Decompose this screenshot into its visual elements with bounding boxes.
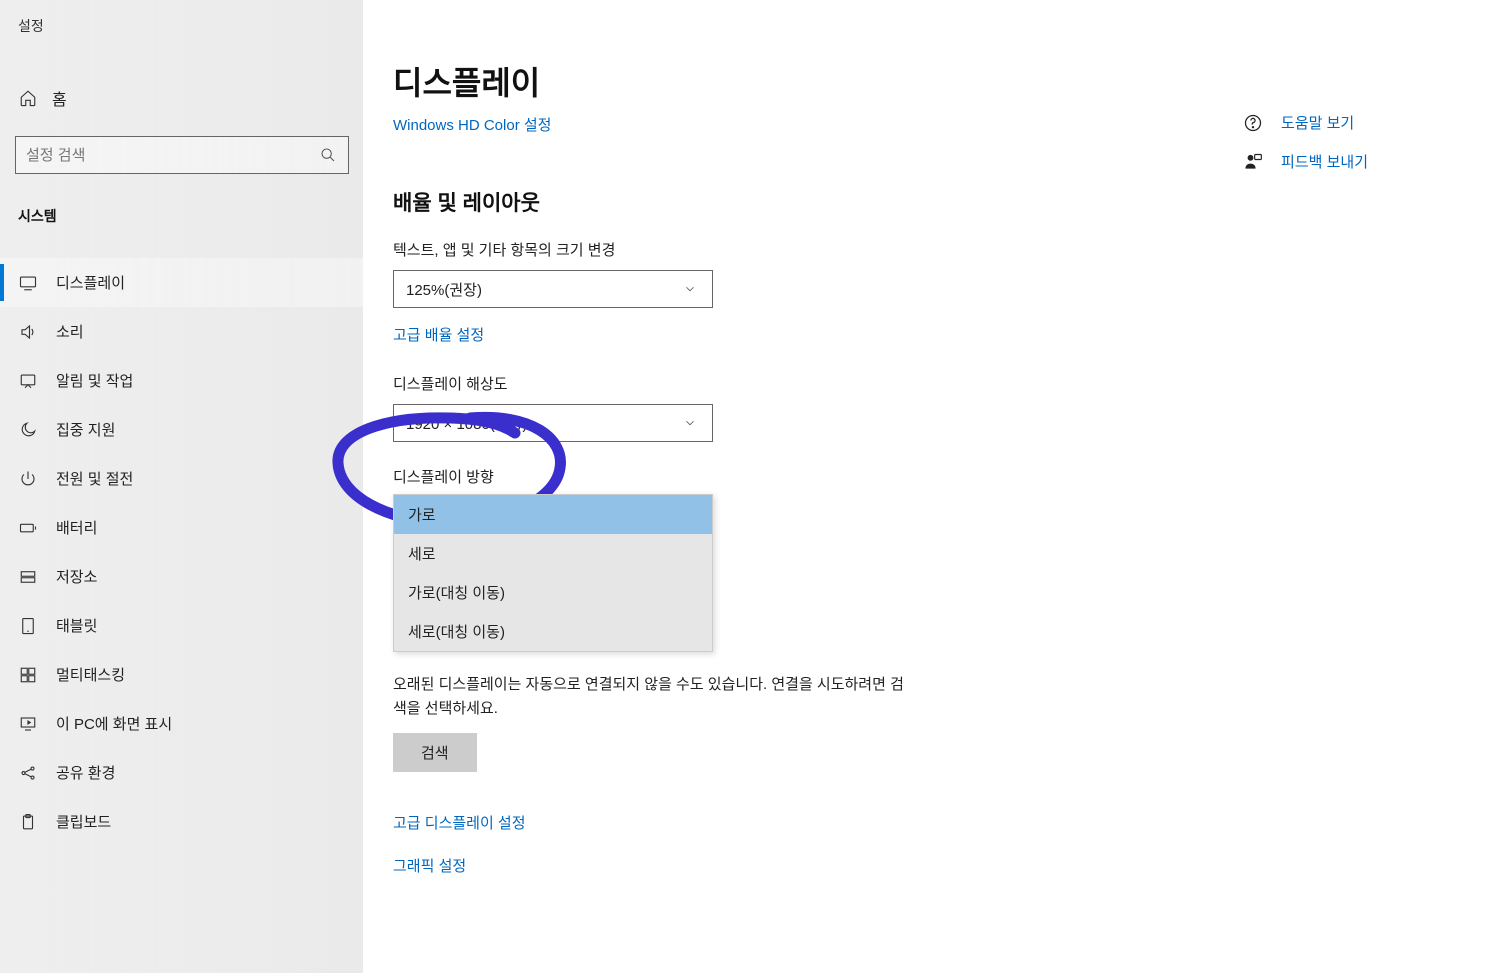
nav-list: 디스플레이 소리 알림 및 작업 집중 지원 전원 및 절전 배터리 저장소 (0, 258, 363, 846)
sound-icon (18, 322, 38, 342)
clipboard-icon (18, 812, 38, 832)
storage-icon (18, 567, 38, 587)
sidebar-item-notifications[interactable]: 알림 및 작업 (0, 356, 363, 405)
advanced-display-link[interactable]: 고급 디스플레이 설정 (393, 812, 1498, 833)
section-title: 배율 및 레이아웃 (393, 187, 1498, 217)
project-icon (18, 714, 38, 734)
battery-icon (18, 518, 38, 538)
orientation-option-landscape-flipped[interactable]: 가로(대칭 이동) (394, 573, 712, 612)
sidebar-item-clipboard[interactable]: 클립보드 (0, 797, 363, 846)
sidebar-item-label: 이 PC에 화면 표시 (56, 713, 172, 734)
scale-label: 텍스트, 앱 및 기타 항목의 크기 변경 (393, 239, 1498, 260)
scale-field: 텍스트, 앱 및 기타 항목의 크기 변경 125%(권장) 고급 배율 설정 (393, 239, 1498, 345)
help-icon (1243, 113, 1263, 133)
scale-combobox[interactable]: 125%(권장) (393, 270, 713, 308)
advanced-scale-link[interactable]: 고급 배율 설정 (393, 324, 1498, 345)
right-links: 도움말 보기 피드백 보내기 (1243, 112, 1368, 172)
feedback-icon (1243, 152, 1263, 172)
orientation-label: 디스플레이 방향 (393, 466, 1498, 487)
search-button[interactable]: 검색 (393, 733, 477, 772)
sidebar-item-label: 집중 지원 (56, 419, 115, 440)
orientation-dropdown: 가로 세로 가로(대칭 이동) 세로(대칭 이동) (393, 494, 713, 652)
page-title: 디스플레이 (393, 58, 1498, 104)
sidebar-item-sound[interactable]: 소리 (0, 307, 363, 356)
resolution-label: 디스플레이 해상도 (393, 373, 1498, 394)
display-icon (18, 273, 38, 293)
sidebar-item-battery[interactable]: 배터리 (0, 503, 363, 552)
sidebar-item-display[interactable]: 디스플레이 (0, 258, 363, 307)
search-box[interactable] (15, 136, 349, 174)
sidebar-item-label: 저장소 (56, 566, 97, 587)
old-display-info: 오래된 디스플레이는 자동으로 연결되지 않을 수도 있습니다. 연결을 시도하… (393, 673, 913, 721)
scale-value: 125%(권장) (406, 279, 482, 300)
sidebar-item-label: 클립보드 (56, 811, 111, 832)
sidebar-item-label: 멀티태스킹 (56, 664, 125, 685)
sidebar-item-multitasking[interactable]: 멀티태스킹 (0, 650, 363, 699)
search-icon (318, 145, 338, 165)
sidebar-item-label: 전원 및 절전 (56, 468, 133, 489)
sidebar-item-project[interactable]: 이 PC에 화면 표시 (0, 699, 363, 748)
home-label: 홈 (52, 86, 67, 110)
help-label: 도움말 보기 (1281, 112, 1354, 133)
orientation-option-portrait[interactable]: 세로 (394, 534, 712, 573)
sidebar-item-label: 알림 및 작업 (56, 370, 133, 391)
sidebar-item-label: 배터리 (56, 517, 97, 538)
orientation-option-landscape[interactable]: 가로 (394, 495, 712, 534)
resolution-combobox[interactable]: 1920 × 1080(권장) (393, 404, 713, 442)
sidebar-item-focus[interactable]: 집중 지원 (0, 405, 363, 454)
chevron-down-icon (680, 279, 700, 299)
multitask-icon (18, 665, 38, 685)
share-icon (18, 763, 38, 783)
sidebar-item-power[interactable]: 전원 및 절전 (0, 454, 363, 503)
sidebar-item-share[interactable]: 공유 환경 (0, 748, 363, 797)
orientation-field: 디스플레이 방향 가로 세로 가로(대칭 이동) 세로(대칭 이동) (393, 466, 1498, 487)
home-button[interactable]: 홈 (0, 74, 363, 122)
resolution-value: 1920 × 1080(권장) (406, 413, 527, 434)
search-input[interactable] (26, 147, 318, 164)
power-icon (18, 469, 38, 489)
moon-icon (18, 420, 38, 440)
notification-icon (18, 371, 38, 391)
sidebar-item-label: 공유 환경 (56, 762, 115, 783)
window-title: 설정 (0, 8, 363, 44)
sidebar-item-label: 태블릿 (56, 615, 97, 636)
feedback-link[interactable]: 피드백 보내기 (1243, 151, 1368, 172)
category-label: 시스템 (0, 192, 363, 240)
home-icon (18, 88, 38, 108)
chevron-down-icon (680, 413, 700, 433)
graphics-settings-link[interactable]: 그래픽 설정 (393, 855, 1498, 876)
feedback-label: 피드백 보내기 (1281, 151, 1368, 172)
sidebar-item-storage[interactable]: 저장소 (0, 552, 363, 601)
orientation-option-portrait-flipped[interactable]: 세로(대칭 이동) (394, 612, 712, 651)
tablet-icon (18, 616, 38, 636)
sidebar-item-tablet[interactable]: 태블릿 (0, 601, 363, 650)
help-link[interactable]: 도움말 보기 (1243, 112, 1368, 133)
sidebar-item-label: 소리 (56, 321, 84, 342)
sidebar: 설정 홈 시스템 디스플레이 소리 알림 및 작업 집중 지원 (0, 0, 363, 973)
sidebar-item-label: 디스플레이 (56, 272, 125, 293)
resolution-field: 디스플레이 해상도 1920 × 1080(권장) (393, 373, 1498, 442)
